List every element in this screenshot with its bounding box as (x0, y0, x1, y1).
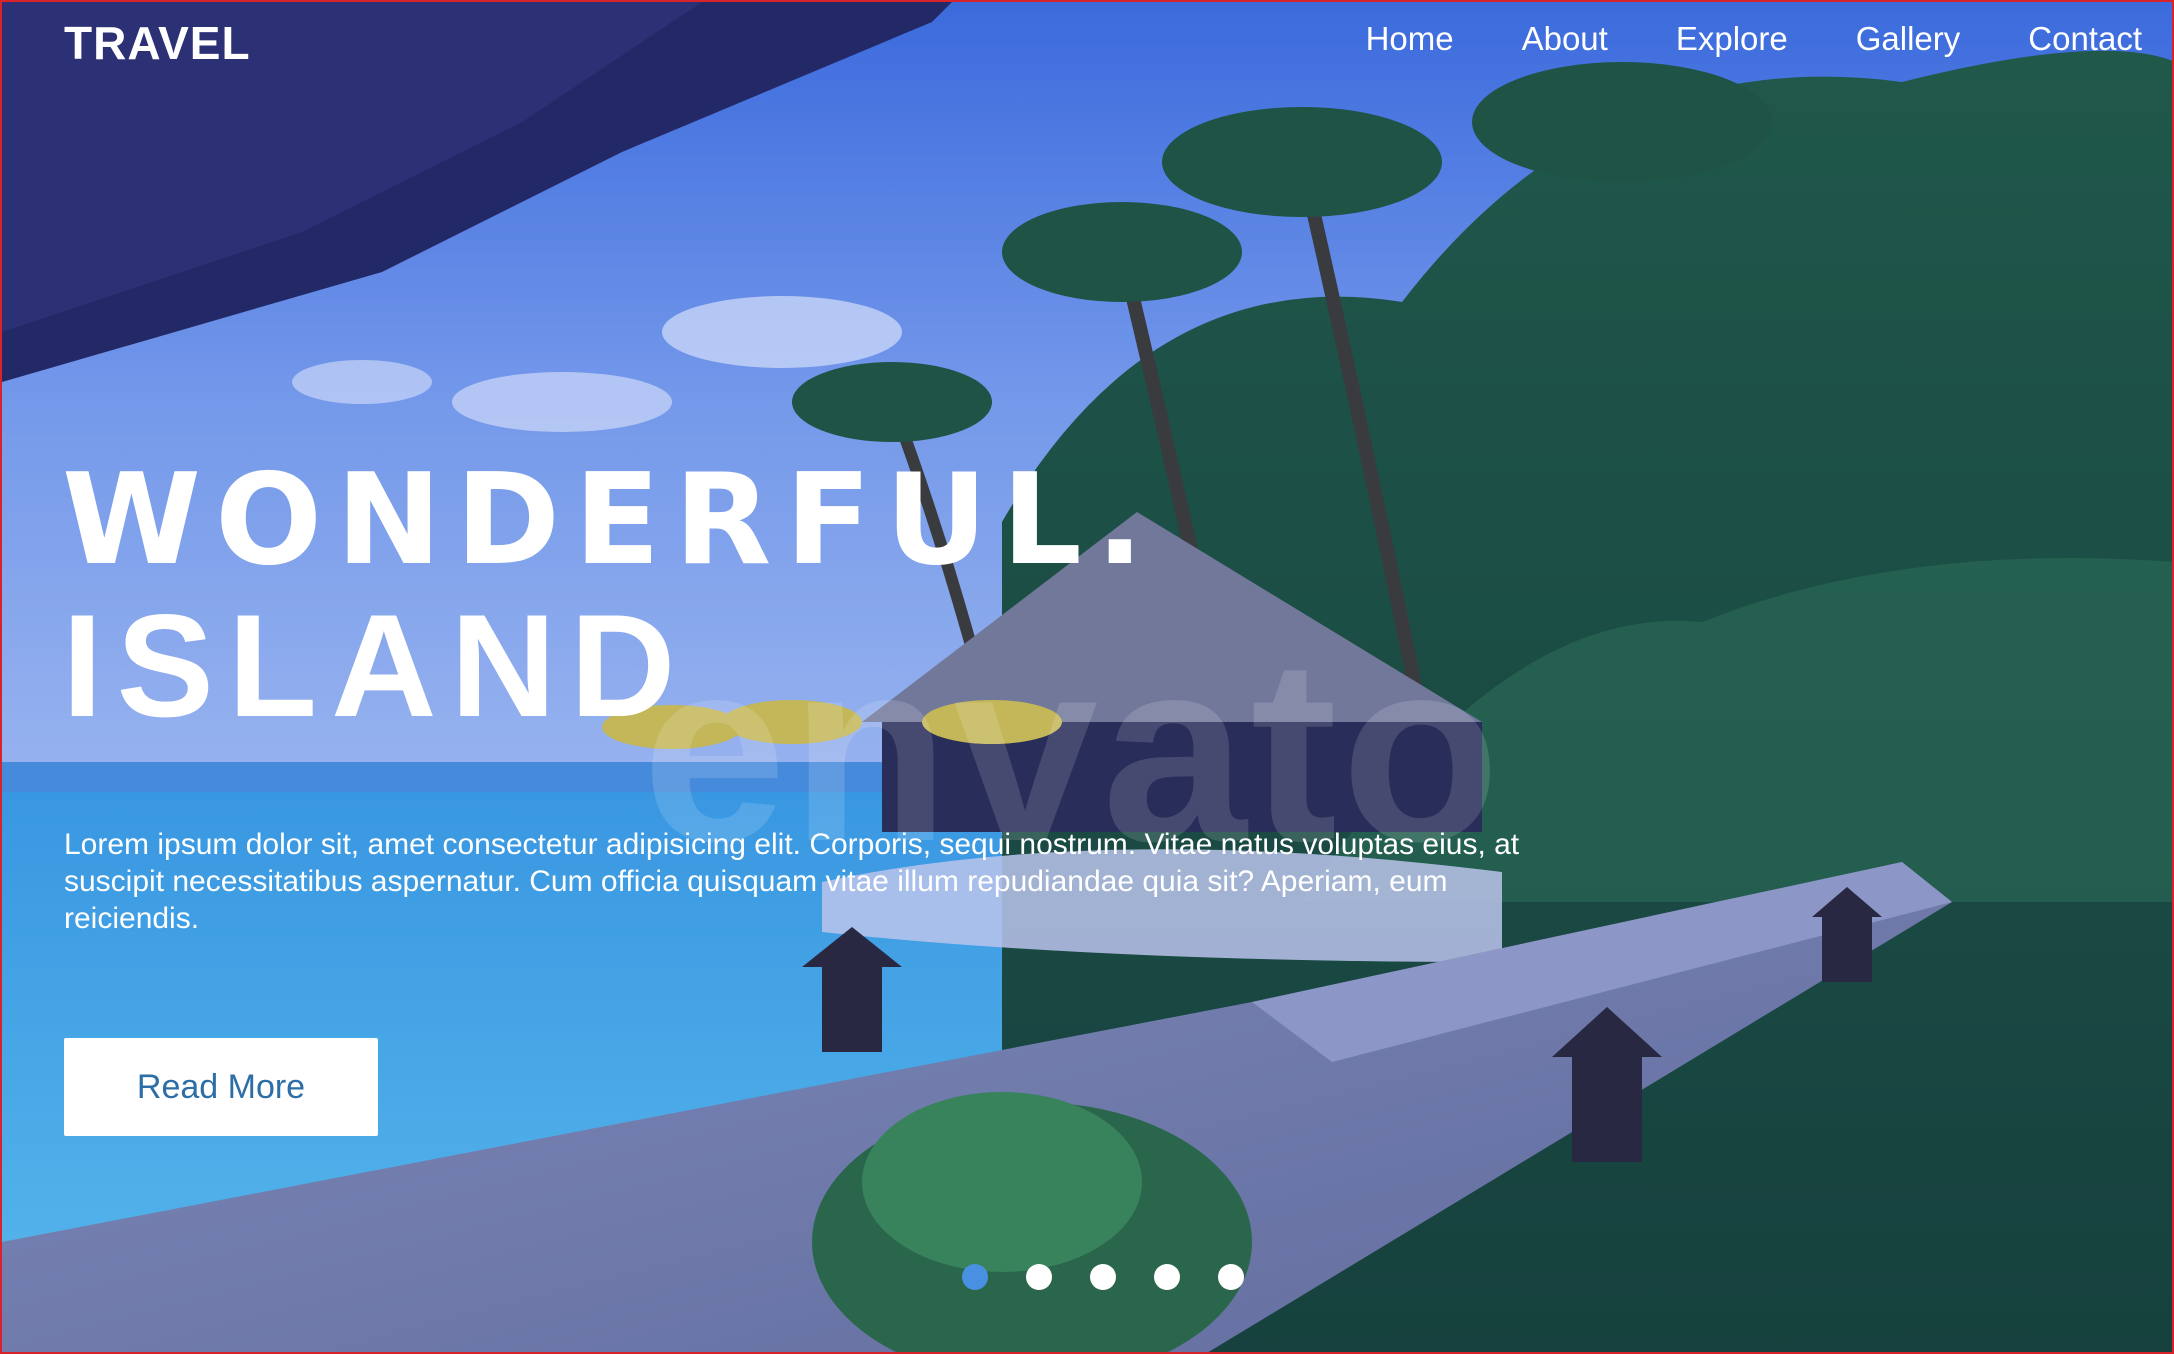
main-nav: Home About Explore Gallery Contact (1298, 20, 2142, 58)
slider-dot-4[interactable] (1154, 1264, 1180, 1290)
slider-dot-3[interactable] (1090, 1264, 1116, 1290)
hero-section: envato TRAVEL Home About Explore Gallery… (0, 0, 2174, 1354)
headline-line-2: ISLAND (62, 584, 690, 747)
nav-item-gallery[interactable]: Gallery (1856, 20, 1961, 58)
hero-headline: WONDERFUL. ISLAND (62, 457, 1158, 741)
slider-pagination (962, 1264, 1282, 1290)
read-more-button[interactable]: Read More (64, 1038, 378, 1136)
nav-item-explore[interactable]: Explore (1676, 20, 1788, 58)
slider-dot-5[interactable] (1218, 1264, 1244, 1290)
nav-item-home[interactable]: Home (1366, 20, 1454, 58)
hero-description: Lorem ipsum dolor sit, amet consectetur … (64, 828, 1520, 935)
nav-item-contact[interactable]: Contact (2028, 20, 2142, 58)
brand-logo[interactable]: TRAVEL (64, 16, 251, 70)
slider-dot-2[interactable] (1026, 1264, 1052, 1290)
headline-line-1: WONDERFUL. (62, 446, 1158, 593)
nav-item-about[interactable]: About (1522, 20, 1608, 58)
slider-dot-1[interactable] (962, 1264, 988, 1290)
